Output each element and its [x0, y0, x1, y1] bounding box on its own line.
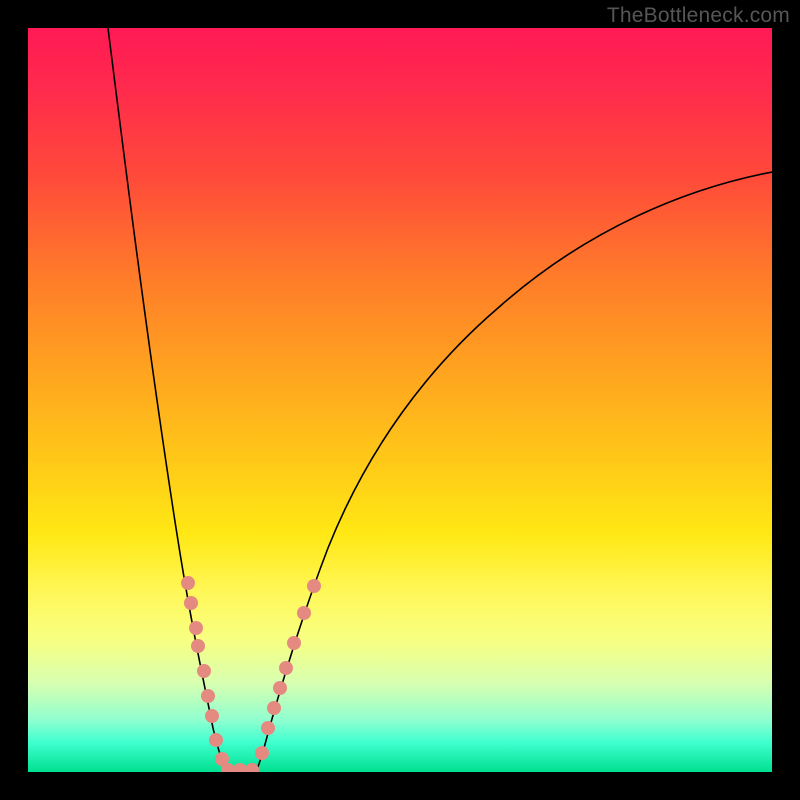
data-dot — [197, 664, 211, 678]
data-dot — [184, 596, 198, 610]
left-curve — [108, 28, 228, 772]
data-dot — [261, 721, 275, 735]
data-dot — [267, 701, 281, 715]
plot-area — [28, 28, 772, 772]
data-dot — [205, 709, 219, 723]
data-dot — [273, 681, 287, 695]
watermark-text: TheBottleneck.com — [607, 4, 790, 28]
dots-group — [181, 576, 321, 772]
data-dot — [209, 733, 223, 747]
data-dot — [255, 746, 269, 760]
data-dot — [287, 636, 301, 650]
data-dot — [279, 661, 293, 675]
data-dot — [233, 763, 247, 772]
data-dot — [297, 606, 311, 620]
data-dot — [181, 576, 195, 590]
chart-frame: TheBottleneck.com — [0, 0, 800, 800]
data-dot — [189, 621, 203, 635]
data-dot — [201, 689, 215, 703]
data-dot — [245, 763, 259, 772]
data-dot — [191, 639, 205, 653]
curves-svg — [28, 28, 772, 772]
right-curve — [256, 172, 772, 772]
data-dot — [307, 579, 321, 593]
